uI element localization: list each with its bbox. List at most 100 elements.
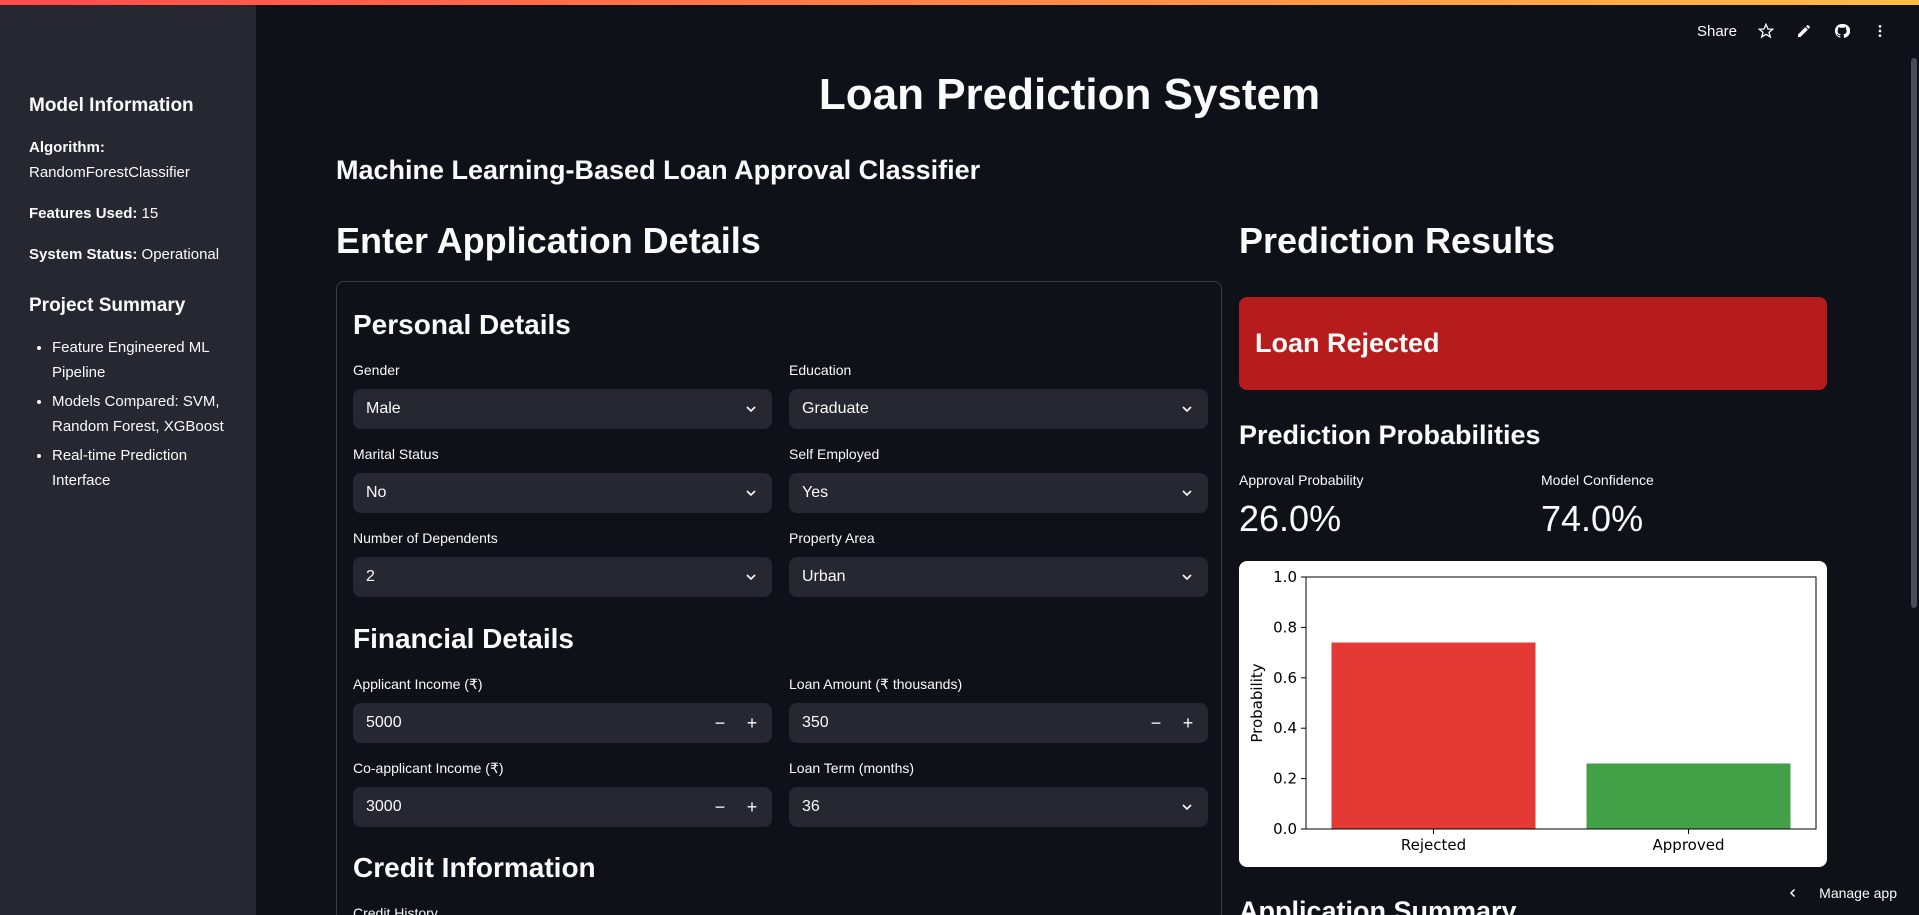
chart-bar [1331,642,1536,829]
chevron-down-icon [746,406,756,413]
kebab-menu-icon[interactable] [1871,22,1889,40]
decrement-button[interactable]: − [713,713,727,734]
loan-amount-label: Loan Amount (₹ thousands) [789,676,963,692]
credit-history-label: Credit History [353,905,438,915]
confidence-metric: Model Confidence 74.0% [1541,472,1654,540]
loan-term-value: 36 [802,798,820,815]
decrement-button[interactable]: − [1149,713,1163,734]
sidebar: Model Information Algorithm: RandomFores… [0,5,256,915]
manage-app-button[interactable]: Manage app [1787,885,1897,901]
top-accent-bar [0,0,1919,5]
applicant-income-value: 5000 [366,714,402,731]
credit-history-field: Credit History [353,905,772,915]
financial-details-heading: Financial Details [353,623,574,654]
loan-term-select[interactable]: 36 [789,787,1208,827]
property-area-field: Property Area Urban [789,530,1208,597]
increment-button[interactable]: + [745,797,759,818]
coapplicant-income-value: 3000 [366,798,402,815]
pencil-icon[interactable] [1795,22,1813,40]
increment-button[interactable]: + [745,713,759,734]
page-title: Loan Prediction System [818,70,1321,119]
chevron-down-icon [1182,490,1192,497]
self-employed-label: Self Employed [789,446,880,462]
sidebar-status: System Status: Operational [29,242,227,267]
marital-status-select[interactable]: No [353,473,772,513]
personal-details-heading: Personal Details [353,309,571,340]
x-tick-label: Rejected [1401,836,1466,854]
chevron-down-icon [1182,804,1192,811]
chart-bar [1586,763,1791,829]
page-scrollbar[interactable] [1911,58,1917,608]
y-tick-label: 0.4 [1273,719,1297,737]
status-label: System Status: [29,246,138,263]
chevron-down-icon [1182,574,1192,581]
list-item: Models Compared: SVM, Random Forest, XGB… [52,389,227,439]
probability-chart-svg: Rejected Approved 0.0 0.2 0.4 0.6 0.8 1.0 Probab… [1248,568,1817,854]
results-heading: Prediction Results [1239,220,1556,261]
gender-select[interactable]: Male [353,389,772,429]
education-value: Graduate [802,400,869,417]
applicant-income-label: Applicant Income (₹) [353,676,483,692]
probabilities-heading: Prediction Probabilities [1239,420,1541,450]
marital-status-label: Marital Status [353,446,439,462]
github-icon[interactable] [1833,22,1851,40]
y-axis-label: Probability [1248,663,1266,742]
gender-label: Gender [353,362,400,378]
self-employed-select[interactable]: Yes [789,473,1208,513]
dependents-field: Number of Dependents 2 [353,530,772,597]
loan-term-label: Loan Term (months) [789,760,915,776]
approval-value: 26.0% [1239,498,1342,539]
features-label: Features Used: [29,205,138,222]
list-item: Real-time Prediction Interface [52,443,227,493]
self-employed-value: Yes [802,484,829,501]
application-form: Personal Details Gender Male Education G… [336,281,1222,915]
dependents-select[interactable]: 2 [353,557,772,597]
chevron-down-icon [1182,406,1192,413]
dependents-value: 2 [366,568,375,585]
self-employed-field: Self Employed Yes [789,446,1208,513]
form-heading: Enter Application Details [336,220,761,261]
chevron-left-icon [1790,888,1796,898]
confidence-value: 74.0% [1541,498,1644,539]
gender-field: Gender Male [353,362,772,429]
loan-amount-input[interactable]: 350 − + [789,703,1208,743]
sidebar-model-info-heading: Model Information [29,95,194,116]
increment-button[interactable]: + [1181,713,1195,734]
project-summary-list: Feature Engineered ML Pipeline Models Co… [29,335,227,493]
credit-information-heading: Credit Information [353,852,596,883]
star-icon[interactable] [1757,22,1775,40]
coapplicant-income-input[interactable]: 3000 − + [353,787,772,827]
y-tick-label: 0.2 [1273,770,1297,788]
chevron-down-icon [746,490,756,497]
coapplicant-income-label: Co-applicant Income (₹) [353,760,504,776]
status-value: Operational [141,246,220,263]
y-tick-label: 0.6 [1273,669,1297,687]
applicant-income-field: Applicant Income (₹) 5000 − + [353,676,772,743]
decrement-button[interactable]: − [713,797,727,818]
probability-chart: Rejected Approved 0.0 0.2 0.4 0.6 0.8 1.0 Probab… [1239,561,1827,867]
features-value: 15 [141,205,159,222]
algorithm-label: Algorithm: [29,139,105,156]
marital-status-value: No [366,484,387,501]
loan-term-field: Loan Term (months) 36 [789,760,1208,827]
applicant-income-input[interactable]: 5000 − + [353,703,772,743]
sidebar-project-summary-heading: Project Summary [29,295,186,316]
dependents-label: Number of Dependents [353,530,498,546]
approval-metric: Approval Probability 26.0% [1239,472,1364,540]
y-tick-label: 0.0 [1273,820,1297,838]
education-select[interactable]: Graduate [789,389,1208,429]
property-area-select[interactable]: Urban [789,557,1208,597]
coapplicant-income-field: Co-applicant Income (₹) 3000 − + [353,760,772,827]
confidence-label: Model Confidence [1541,472,1654,488]
chevron-down-icon [746,574,756,581]
y-tick-label: 0.8 [1273,618,1297,636]
application-summary-heading: Application Summary [1239,896,1517,915]
page-subtitle: Machine Learning-Based Loan Approval Cla… [336,155,981,185]
algorithm-value: RandomForestClassifier [29,164,190,181]
y-tick-label: 1.0 [1273,568,1297,586]
x-tick-label: Approved [1653,836,1725,854]
manage-app-label: Manage app [1819,885,1897,901]
share-button[interactable]: Share [1697,23,1737,40]
rejection-banner: Loan Rejected [1239,297,1827,390]
sidebar-algorithm: Algorithm: RandomForestClassifier [29,135,227,185]
